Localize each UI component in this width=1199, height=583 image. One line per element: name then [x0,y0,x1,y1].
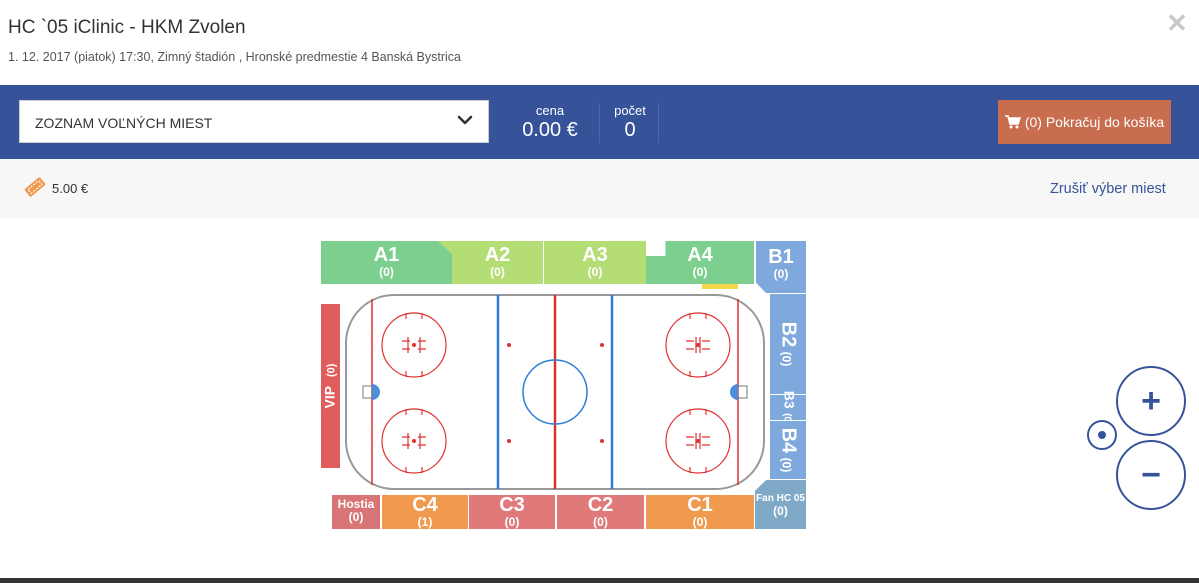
section-c1[interactable]: C1 (0) [646,495,754,529]
count-value: 0 [624,119,636,141]
section-c3[interactable]: C3 (0) [469,495,555,529]
bottom-border [0,578,1199,583]
cart-button-label: (0) Pokračuj do košíka [1024,114,1165,130]
label-strip [702,284,738,289]
count-summary: počet 0 [608,103,652,142]
chevron-down-icon [457,115,473,125]
select-value: ZOZNAM VOĽNÝCH MIEST [35,115,213,131]
arena-map: A1 (0) A2 (0) A3 (0) A4 (0) B1 (0) B2 (0) B3 … [318,238,810,534]
cart-icon [1004,115,1021,129]
section-b4[interactable]: B4 (0) [770,421,806,479]
section-b2[interactable]: B2 (0) [770,294,806,394]
section-a2[interactable]: A2 (0) [452,241,543,284]
toolbar: ZOZNAM VOĽNÝCH MIEST cena 0.00 € počet 0… [0,85,1199,159]
section-a3[interactable]: A3 (0) [544,241,646,284]
event-title: HC `05 iClinic - HKM Zvolen [8,17,246,38]
section-c2[interactable]: C2 (0) [557,495,644,529]
clear-selection-link[interactable]: Zrušiť výber miest [1050,181,1166,197]
ice-rink [345,294,765,490]
divider [599,103,600,143]
price-summary: cena 0.00 € [518,103,582,142]
divider [658,103,659,143]
free-seats-select[interactable]: ZOZNAM VOĽNÝCH MIEST [19,100,489,143]
section-b3[interactable]: B3 (0) [770,390,806,425]
event-subtitle: 1. 12. 2017 (piatok) 17:30, Zimný štadió… [8,50,462,64]
price-label: cena [535,103,565,118]
section-hostia[interactable]: Hostia (0) [332,495,380,529]
recenter-button[interactable] [1087,420,1117,450]
section-vip[interactable]: VIP (0) [321,304,340,468]
count-label: počet [614,103,646,118]
continue-to-cart-button[interactable]: (0) Pokračuj do košíka [998,100,1171,144]
section-c4[interactable]: C4 (1) [382,495,468,529]
section-b1[interactable]: B1 (0) [756,241,806,293]
modal-header: HC `05 iClinic - HKM Zvolen 1. 12. 2017 … [0,0,1199,85]
ticket-icon [24,177,46,197]
price-value: 0.00 € [522,119,578,141]
close-icon[interactable]: ✕ [1166,10,1188,36]
price-category: 5.00 € [52,181,89,196]
section-a1[interactable]: A1 (0) [321,241,452,284]
zoom-out-button[interactable]: − [1116,440,1186,510]
section-a4[interactable]: A4 (0) [646,241,754,284]
zoom-in-button[interactable]: + [1116,366,1186,436]
price-strip: 5.00 € Zrušiť výber miest [0,159,1199,218]
